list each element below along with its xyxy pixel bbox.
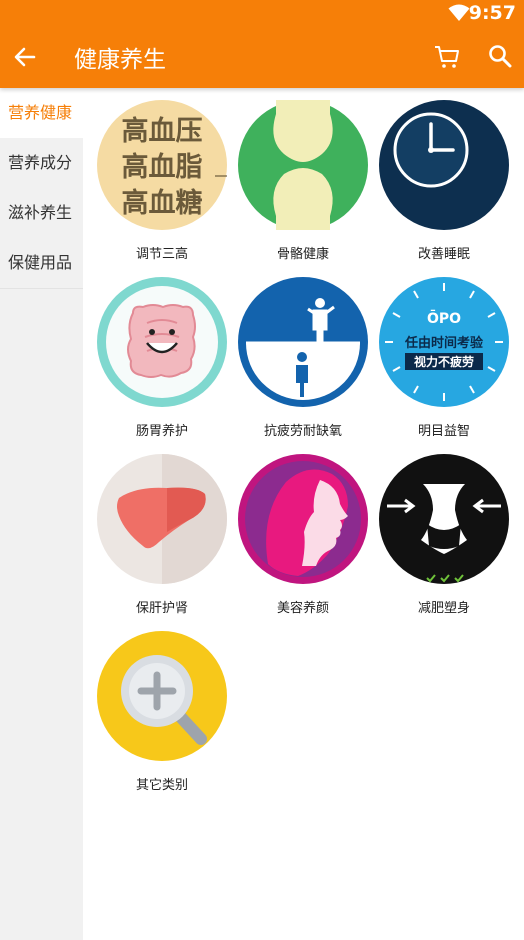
anti-fatigue-icon — [238, 277, 368, 407]
category-sleep[interactable]: 改善睡眠 — [374, 98, 514, 262]
category-anti-fatigue[interactable]: 抗疲劳耐缺氧 — [233, 275, 373, 439]
category-other[interactable]: 其它类别 — [92, 629, 232, 793]
category-label: 抗疲劳耐缺氧 — [263, 424, 342, 439]
three-highs-art-line-2: 高血脂 — [122, 151, 203, 183]
sidebar-item-nutrition-health[interactable]: 营养健康 — [0, 88, 83, 138]
three-highs-icon: 高血压 高血脂 高血糖 — [97, 100, 227, 230]
category-eye-brain[interactable]: ŌPO 任由时间考验 视力不疲劳 明目益智 — [374, 275, 514, 439]
category-sidebar: 营养健康 营养成分 滋补养生 保健用品 — [0, 88, 83, 940]
app-bar: 9:57 健康养生 — [0, 0, 524, 88]
vision-art-brand: ŌPO — [427, 309, 461, 327]
category-slimming[interactable]: 减肥塑身 — [374, 452, 514, 616]
category-three-highs[interactable]: 高血压 高血脂 高血糖 调节三高 — [92, 98, 232, 262]
category-label: 肠胃养护 — [135, 424, 188, 439]
category-beauty[interactable]: 美容养颜 — [233, 452, 373, 616]
vision-art-line-1: 任由时间考验 — [404, 335, 484, 351]
woman-profile-icon — [238, 454, 368, 584]
category-liver-kidney[interactable]: 保肝护肾 — [92, 452, 232, 616]
category-label: 明目益智 — [417, 424, 470, 439]
sidebar-divider — [0, 288, 83, 289]
category-label: 调节三高 — [135, 247, 188, 262]
category-label: 其它类别 — [135, 778, 188, 793]
category-label: 改善睡眠 — [417, 247, 470, 262]
sidebar-item-nutrition-ingredients[interactable]: 营养成分 — [0, 138, 83, 188]
category-label: 美容养颜 — [276, 601, 329, 616]
category-label: 骨骼健康 — [276, 247, 329, 262]
cart-icon[interactable] — [434, 44, 460, 70]
status-time: 9:57 — [468, 2, 516, 24]
category-label: 保肝护肾 — [135, 601, 188, 616]
category-gut-care[interactable]: 肠胃养护 — [92, 275, 232, 439]
vision-art-line-2: 视力不疲劳 — [414, 354, 474, 369]
moon-clock-icon — [379, 100, 509, 230]
back-arrow-icon[interactable] — [12, 44, 38, 70]
three-highs-art-line-3: 高血糖 — [122, 187, 203, 219]
bone-joint-icon — [238, 100, 368, 230]
sidebar-item-health-supplies[interactable]: 保健用品 — [0, 238, 83, 288]
waist-slimming-icon — [379, 454, 509, 584]
sidebar-item-tonic-wellness[interactable]: 滋补养生 — [0, 188, 83, 238]
category-bone-health[interactable]: 骨骼健康 — [233, 98, 373, 262]
liver-icon — [97, 454, 227, 584]
page-title: 健康养生 — [74, 47, 166, 73]
wifi-icon — [448, 4, 470, 21]
vision-clock-icon: ŌPO 任由时间考验 视力不疲劳 — [379, 277, 509, 407]
intestine-icon — [97, 277, 227, 407]
three-highs-art-line-1: 高血压 — [122, 115, 203, 147]
search-icon[interactable] — [488, 44, 512, 68]
category-label: 减肥塑身 — [417, 601, 470, 616]
magnifier-plus-icon — [97, 631, 227, 761]
